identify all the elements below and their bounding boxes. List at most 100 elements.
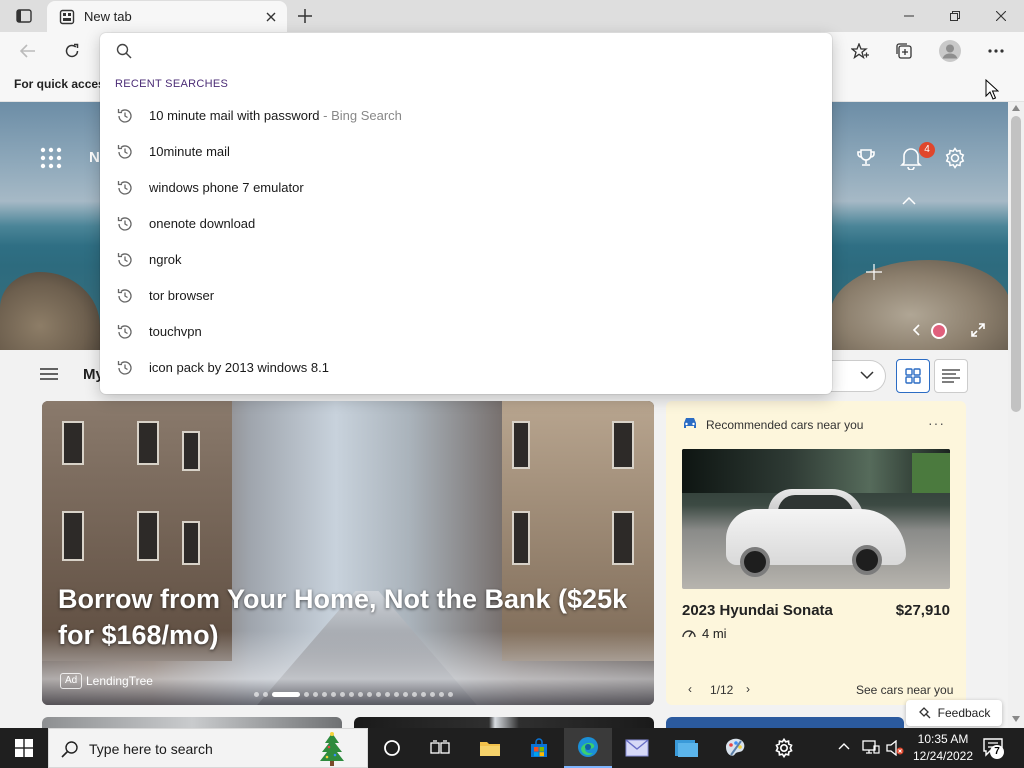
see-cars-link[interactable]: See cars near you [856, 683, 953, 697]
carousel-dot[interactable] [331, 692, 336, 697]
nav-label[interactable]: N [89, 149, 100, 166]
close-window-icon[interactable] [978, 0, 1024, 32]
file-explorer-icon[interactable] [466, 728, 514, 768]
car-name[interactable]: 2023 Hyundai Sonata [682, 602, 833, 619]
history-icon [117, 253, 132, 267]
cars-card-header: Recommended cars near you [706, 418, 864, 432]
carousel-dot[interactable] [421, 692, 426, 697]
mouse-cursor-icon [985, 79, 999, 100]
cortana-icon[interactable] [368, 728, 416, 768]
chevron-left-icon[interactable]: ‹ [688, 682, 692, 696]
start-button[interactable] [0, 728, 48, 768]
favorites-icon[interactable] [845, 36, 875, 66]
chevron-right-icon[interactable]: › [746, 682, 750, 696]
notification-count-badge: 7 [990, 745, 1004, 759]
grid-view-button[interactable] [896, 359, 930, 393]
tab-actions-icon[interactable] [8, 5, 40, 27]
recent-searches-header: RECENT SEARCHES [115, 78, 229, 90]
suggestion-item[interactable]: onenote download [100, 206, 832, 242]
volume-muted-icon[interactable] [886, 740, 904, 756]
search-icon [116, 43, 132, 59]
tab-new-tab[interactable]: New tab [47, 1, 287, 32]
suggestion-item[interactable]: 10minute mail [100, 134, 832, 170]
layout-dropdown[interactable] [830, 360, 886, 392]
suggestion-item[interactable]: windows phone 7 emulator [100, 170, 832, 206]
carousel-dot[interactable] [254, 692, 259, 697]
ad-card[interactable]: Borrow from Your Home, Not the Bank ($25… [42, 401, 654, 705]
action-center-icon[interactable]: 7 [982, 736, 1004, 759]
apps-launcher-icon[interactable] [40, 147, 62, 169]
car-icon [682, 417, 698, 430]
back-icon[interactable] [13, 36, 43, 66]
christmas-tree-icon[interactable] [317, 731, 347, 767]
carousel-dot[interactable] [448, 692, 453, 697]
carousel-dot[interactable] [403, 692, 408, 697]
carousel-dot[interactable] [376, 692, 381, 697]
ad-source[interactable]: LendingTree [86, 674, 153, 688]
paint-icon[interactable] [711, 728, 759, 768]
recommended-cars-card[interactable]: Recommended cars near you ··· 2023 Hyund… [666, 401, 966, 705]
chevron-down-icon [860, 371, 874, 380]
show-hidden-icons-chevron-icon[interactable] [838, 742, 850, 750]
ad-headline[interactable]: Borrow from Your Home, Not the Bank ($25… [58, 581, 648, 653]
suggestion-item[interactable]: icon pack by 2013 windows 8.1 [100, 350, 832, 386]
carousel-dot[interactable] [394, 692, 399, 697]
suggestion-text: onenote download [149, 216, 256, 231]
carousel-dot[interactable] [385, 692, 390, 697]
feedback-button[interactable]: Feedback [906, 700, 1002, 726]
suggestion-item[interactable]: tor browser [100, 278, 832, 314]
tab-close-icon[interactable] [262, 8, 280, 26]
network-icon[interactable] [862, 740, 880, 754]
list-view-button[interactable] [934, 359, 968, 393]
settings-icon[interactable] [760, 728, 808, 768]
carousel-dot-active[interactable] [272, 692, 300, 697]
page-scrollbar[interactable] [1008, 102, 1024, 728]
minimize-icon[interactable] [886, 0, 932, 32]
car-distance: 4 mi [702, 626, 727, 641]
task-view-icon[interactable] [416, 728, 464, 768]
carousel-dot[interactable] [263, 692, 268, 697]
carousel-dot[interactable] [304, 692, 309, 697]
more-options-icon[interactable]: ··· [928, 415, 945, 431]
scroll-up-icon[interactable] [1012, 105, 1020, 111]
carousel-dot[interactable] [349, 692, 354, 697]
more-icon[interactable] [981, 36, 1011, 66]
suggestion-text: 10 minute mail with password [149, 108, 320, 123]
scroll-down-icon[interactable] [1012, 716, 1020, 722]
mail-icon[interactable] [613, 728, 661, 768]
chevron-up-icon[interactable] [902, 197, 916, 205]
restore-icon[interactable] [932, 0, 978, 32]
list-icon [942, 369, 960, 383]
car-image[interactable] [682, 449, 950, 589]
new-tab-icon[interactable] [293, 5, 317, 27]
refresh-icon[interactable] [57, 36, 87, 66]
microsoft-store-icon[interactable] [515, 728, 563, 768]
carousel-dot[interactable] [313, 692, 318, 697]
carousel-dot[interactable] [358, 692, 363, 697]
profile-icon[interactable] [935, 36, 965, 66]
system-clock[interactable]: 10:35 AM 12/24/2022 [908, 731, 978, 765]
suggestion-item[interactable]: ngrok [100, 242, 832, 278]
carousel-dot[interactable] [430, 692, 435, 697]
address-input[interactable] [144, 39, 804, 63]
history-icon [117, 361, 132, 375]
scrollbar-thumb[interactable] [1011, 116, 1021, 412]
previous-image-icon[interactable] [912, 324, 920, 336]
collections-icon[interactable] [889, 36, 919, 66]
app-window-icon[interactable] [662, 728, 710, 768]
suggestion-item[interactable]: 10 minute mail with password - Bing Sear… [100, 98, 832, 134]
carousel-dot[interactable] [367, 692, 372, 697]
rewards-icon[interactable] [856, 148, 876, 168]
expand-icon[interactable] [971, 323, 985, 337]
hamburger-menu-icon[interactable] [40, 367, 58, 381]
carousel-dot[interactable] [412, 692, 417, 697]
carousel-dot[interactable] [322, 692, 327, 697]
image-info-icon[interactable] [931, 323, 947, 339]
settings-gear-icon[interactable] [944, 147, 966, 169]
taskbar-search-box[interactable]: Type here to search [48, 728, 368, 768]
carousel-dot[interactable] [439, 692, 444, 697]
carousel-dot[interactable] [340, 692, 345, 697]
rocks-left [0, 272, 100, 350]
edge-browser-icon[interactable] [564, 728, 612, 768]
suggestion-item[interactable]: touchvpn [100, 314, 832, 350]
